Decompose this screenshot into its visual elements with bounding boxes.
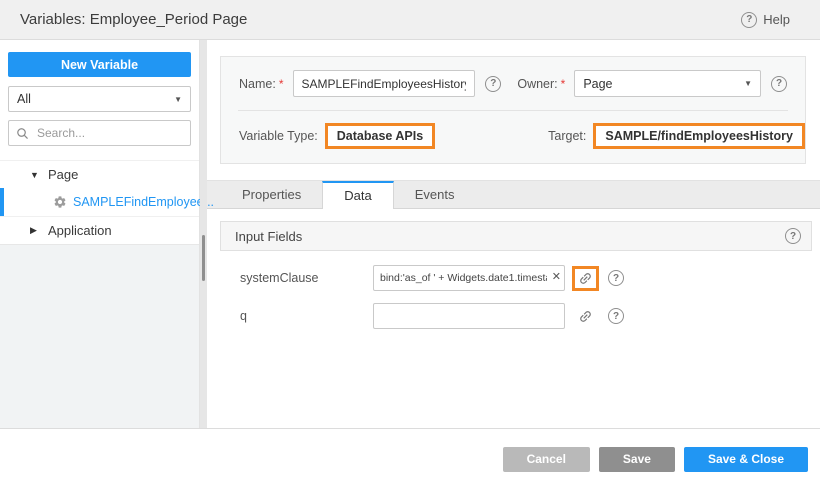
input-fields-section: Input Fields ? systemClause ✕ — [220, 221, 812, 335]
tree-item-variable-selected[interactable]: SAMPLEFindEmployee... — [0, 188, 199, 216]
new-variable-button[interactable]: New Variable — [8, 52, 191, 77]
systemclause-bind-button-highlighted[interactable] — [572, 266, 599, 291]
systemclause-input[interactable] — [373, 265, 565, 291]
tab-events[interactable]: Events — [394, 181, 476, 208]
required-asterisk: * — [561, 77, 566, 91]
sidebar-scrollbar-thumb[interactable] — [202, 235, 205, 281]
variables-tree: ▼ Page SAMPLEFindEmployee... ▶ Applicati… — [0, 160, 199, 244]
tree-group-page[interactable]: ▼ Page — [0, 160, 199, 188]
input-fields-header: Input Fields ? — [220, 221, 812, 251]
required-asterisk: * — [279, 77, 284, 91]
tab-data[interactable]: Data — [322, 181, 393, 209]
help-circle-icon: ? — [741, 12, 757, 28]
systemclause-label: systemClause — [240, 271, 373, 285]
input-fields-rows: systemClause ✕ ? q — [220, 251, 812, 335]
save-and-close-button[interactable]: Save & Close — [684, 447, 808, 472]
caret-down-icon: ▼ — [30, 170, 48, 180]
tree-group-application[interactable]: ▶ Application — [0, 216, 199, 244]
cancel-button[interactable]: Cancel — [503, 447, 590, 472]
footer-actions: Cancel Save Save & Close — [0, 429, 820, 489]
tree-group-application-label: Application — [48, 223, 112, 238]
selected-indicator-bar — [0, 188, 4, 216]
variable-filter-value: All — [17, 92, 31, 106]
tree-item-variable-label: SAMPLEFindEmployee... — [73, 195, 214, 209]
title-bar: Variables: Employee_Period Page ? Help — [0, 0, 820, 40]
field-row-q: q ? — [220, 297, 812, 335]
variables-dialog: Variables: Employee_Period Page ? Help N… — [0, 0, 820, 489]
name-help-icon[interactable]: ? — [485, 76, 501, 92]
systemclause-help-icon[interactable]: ? — [608, 270, 624, 286]
variable-type-value-highlighted: Database APIs — [325, 123, 435, 149]
help-label: Help — [763, 12, 790, 27]
q-label: q — [240, 309, 373, 323]
sidebar-scrollbar[interactable] — [200, 40, 207, 428]
tab-properties[interactable]: Properties — [221, 181, 322, 208]
chevron-down-icon: ▼ — [174, 95, 182, 104]
link-icon — [575, 305, 596, 326]
search-icon — [16, 127, 29, 140]
variable-filter-select[interactable]: All ▼ — [8, 86, 191, 112]
name-input[interactable] — [293, 70, 476, 97]
save-button[interactable]: Save — [599, 447, 675, 472]
q-bind-button[interactable] — [572, 304, 599, 329]
owner-select[interactable]: Page ▼ — [574, 70, 761, 97]
content-area: New Variable All ▼ ▼ Page — [0, 40, 820, 429]
input-fields-title: Input Fields — [235, 229, 302, 244]
owner-help-icon[interactable]: ? — [771, 76, 787, 92]
owner-label: Owner:* — [517, 77, 565, 91]
help-link[interactable]: ? Help — [741, 12, 790, 28]
tab-bar: Properties Data Events — [207, 180, 820, 209]
q-input-wrap — [373, 303, 565, 329]
caret-right-icon: ▶ — [30, 225, 48, 236]
name-owner-row: Name:* ? Owner:* Page ▼ ? — [221, 57, 805, 110]
field-row-systemclause: systemClause ✕ ? — [220, 259, 812, 297]
tree-group-page-label: Page — [48, 167, 78, 182]
sidebar-empty-area — [0, 244, 199, 428]
sidebar-controls: New Variable All ▼ — [0, 40, 199, 154]
q-help-icon[interactable]: ? — [608, 308, 624, 324]
input-fields-help-icon[interactable]: ? — [785, 228, 801, 244]
chevron-down-icon: ▼ — [744, 79, 752, 88]
name-label: Name:* — [239, 77, 284, 91]
variable-summary-box: Name:* ? Owner:* Page ▼ ? Variable Type: — [220, 56, 806, 164]
search-box[interactable] — [8, 120, 191, 146]
owner-value: Page — [583, 77, 612, 91]
sidebar: New Variable All ▼ ▼ Page — [0, 40, 200, 428]
target-value-highlighted: SAMPLE/findEmployeesHistory — [593, 123, 805, 149]
main-panel: Name:* ? Owner:* Page ▼ ? Variable Type: — [207, 40, 820, 428]
systemclause-input-wrap: ✕ — [373, 265, 565, 291]
clear-binding-icon[interactable]: ✕ — [552, 271, 561, 284]
target-label: Target: — [548, 129, 586, 143]
variable-type-label: Variable Type: — [239, 129, 318, 143]
link-icon — [575, 267, 596, 288]
q-input[interactable] — [373, 303, 565, 329]
search-input[interactable] — [35, 125, 183, 141]
variable-gear-icon — [53, 195, 67, 209]
page-title: Variables: Employee_Period Page — [20, 11, 247, 28]
type-target-row: Variable Type: Database APIs Target: SAM… — [221, 111, 805, 163]
